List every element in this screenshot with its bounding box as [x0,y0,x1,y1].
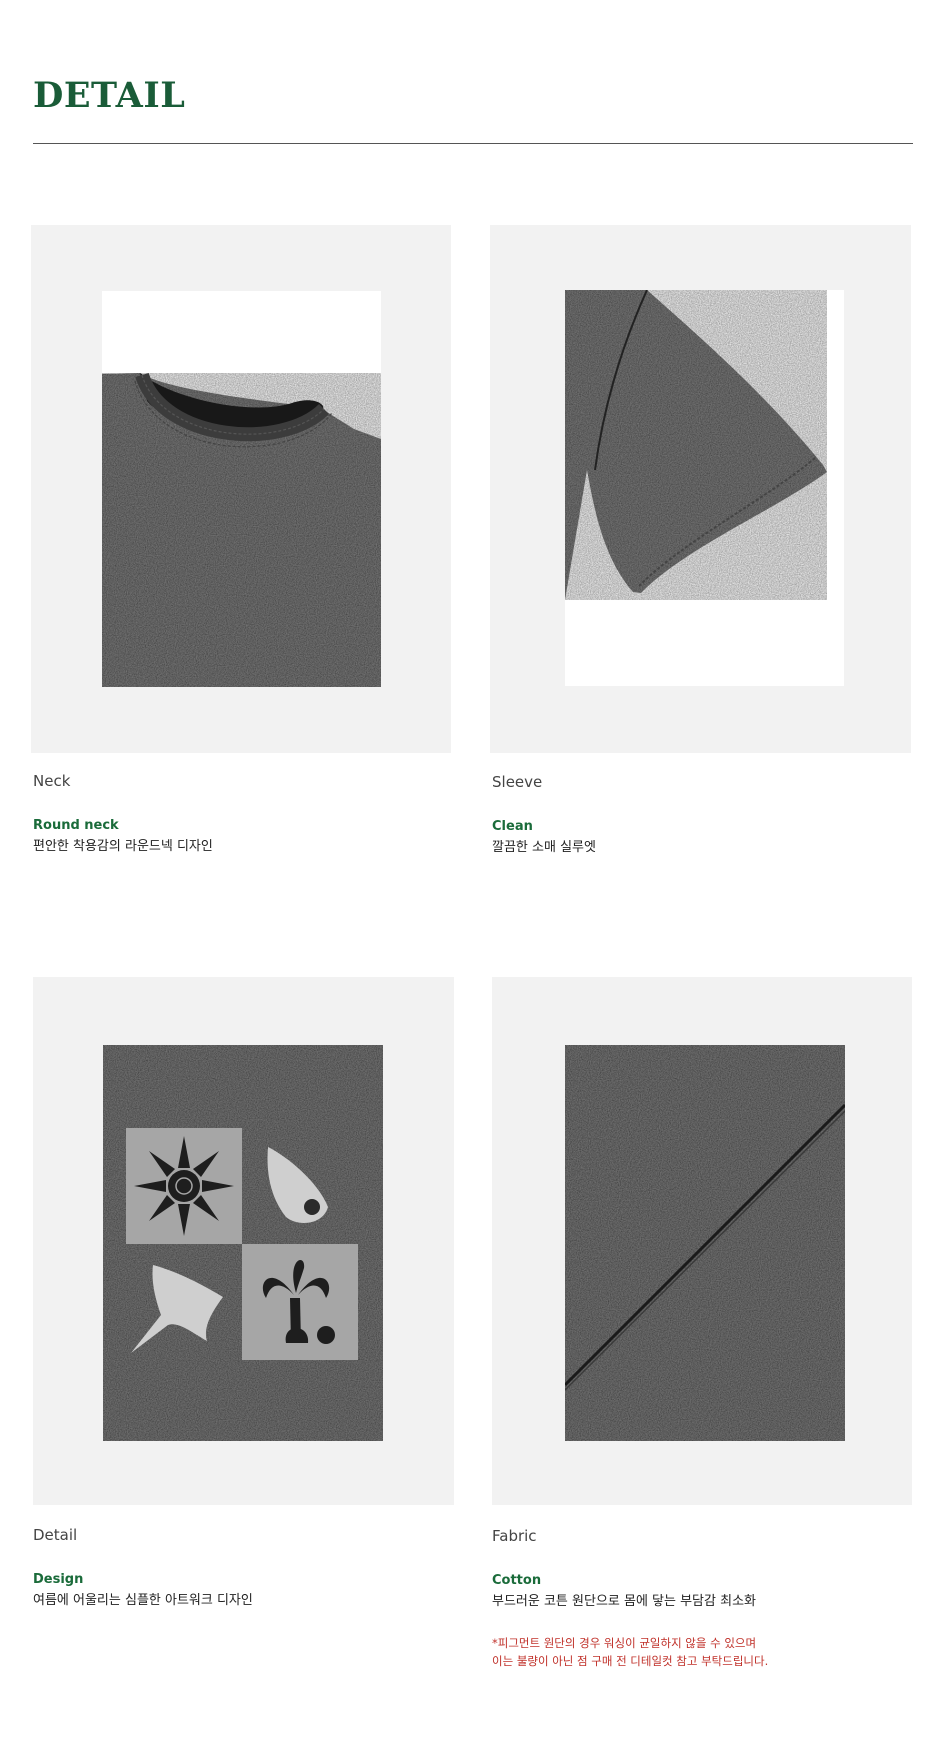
detail-description-design: 여름에 어울리는 심플한 아트워크 디자인 [33,1593,253,1608]
detail-subtitle-design: Design [33,1572,84,1587]
detail-card-sleeve [490,225,911,753]
fabric-photo [565,1045,845,1441]
detail-label-neck: Neck [33,772,71,790]
detail-label-design: Detail [33,1526,78,1544]
detail-description-fabric: 부드러운 코튼 원단으로 몸에 닿는 부담감 최소화 [492,1594,756,1609]
fabric-note-line-2: 이는 불량이 아닌 점 구매 전 디테일컷 참고 부탁드립니다. [492,1654,769,1668]
detail-label-fabric: Fabric [492,1527,537,1545]
detail-subtitle-neck: Round neck [33,818,119,833]
sleeve-photo [565,290,844,686]
title-divider [33,143,913,144]
detail-description-sleeve: 깔끔한 소매 실루엣 [492,840,596,855]
detail-label-sleeve: Sleeve [492,773,543,791]
detail-subtitle-fabric: Cotton [492,1573,542,1588]
detail-card-fabric [492,977,912,1505]
detail-description-neck: 편안한 착용감의 라운드넥 디자인 [33,839,213,854]
fabric-note-line-1: *피그먼트 원단의 경우 워싱이 균일하지 않을 수 있으며 [492,1636,757,1650]
design-photo [103,1045,383,1441]
detail-card-neck [31,225,451,753]
detail-card-design [33,977,454,1505]
neck-photo [102,291,381,687]
page-title: DETAIL [33,75,186,116]
detail-subtitle-sleeve: Clean [492,819,533,834]
sun-icon [134,1136,234,1236]
